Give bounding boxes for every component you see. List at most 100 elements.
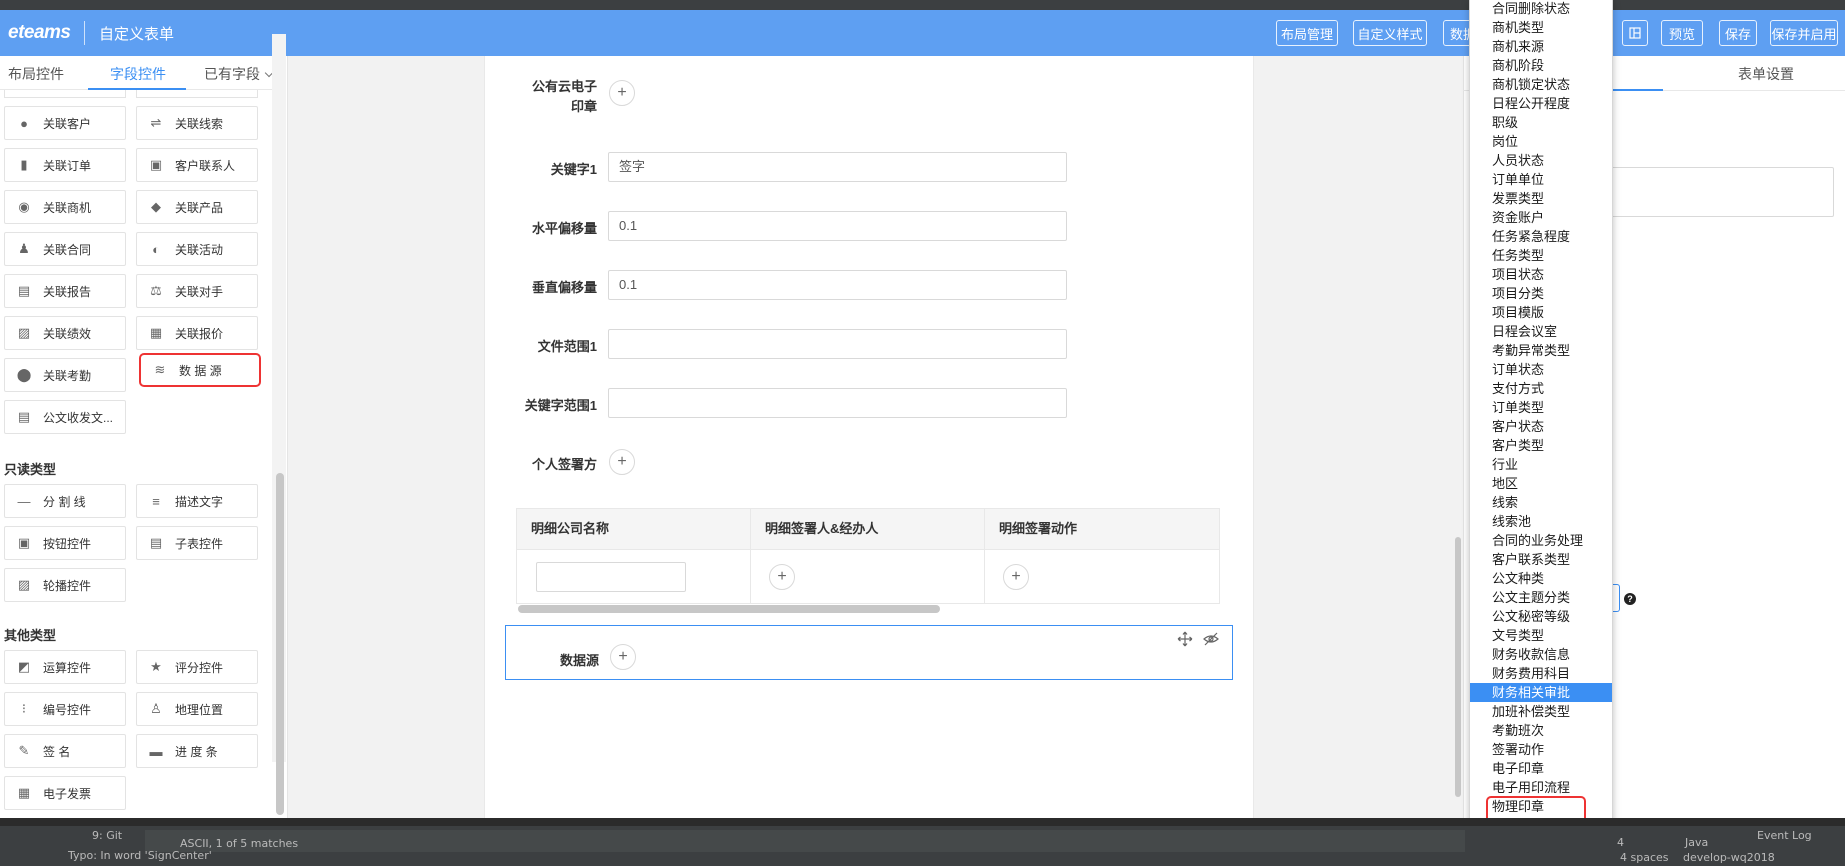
layout-manage-button[interactable]: 布局管理 [1276, 20, 1338, 46]
dropdown-option[interactable]: 职级 [1470, 113, 1612, 132]
other-control-3[interactable]: ♙ 地理位置 [136, 692, 258, 726]
dropdown-option[interactable]: 日程公开程度 [1470, 94, 1612, 113]
ide-event-log[interactable]: Event Log [1757, 829, 1812, 842]
dropdown-option[interactable]: 电子印章 [1470, 759, 1612, 778]
add-action-button[interactable]: + [1003, 564, 1029, 590]
other-control-1[interactable]: ★ 评分控件 [136, 650, 258, 684]
ide-language[interactable]: Java [1685, 836, 1708, 849]
dropdown-option[interactable]: 考勤异常类型 [1470, 341, 1612, 360]
dropdown-option[interactable]: 项目状态 [1470, 265, 1612, 284]
field-control-3[interactable]: ▣ 客户联系人 [136, 148, 258, 182]
other-control-0[interactable]: ◩ 运算控件 [4, 650, 126, 684]
tab-form-settings[interactable]: 表单设置 [1738, 64, 1794, 84]
detail-col-action[interactable]: 明细签署动作 [985, 509, 1219, 549]
field-control-0[interactable]: ● 关联客户 [4, 106, 126, 140]
dropdown-option[interactable]: 客户状态 [1470, 417, 1612, 436]
dropdown-option[interactable]: 客户类型 [1470, 436, 1612, 455]
dropdown-option[interactable]: 订单状态 [1470, 360, 1612, 379]
form-field-add-button-6[interactable]: + [609, 449, 635, 475]
dropdown-option[interactable]: 公文秘密等级 [1470, 607, 1612, 626]
other-control-4[interactable]: ✎ 签 名 [4, 734, 126, 768]
dropdown-option[interactable]: 任务紧急程度 [1470, 227, 1612, 246]
dropdown-option[interactable]: 行业 [1470, 455, 1612, 474]
dropdown-option[interactable]: 客户联系类型 [1470, 550, 1612, 569]
dropdown-option[interactable]: 考勤班次 [1470, 721, 1612, 740]
dropdown-option[interactable]: 电子用印流程 [1470, 778, 1612, 797]
readonly-control-4[interactable]: ▨ 轮播控件 [4, 568, 126, 602]
field-control-9[interactable]: ⚖ 关联对手 [136, 274, 258, 308]
tab-layout-controls[interactable]: 布局控件 [8, 64, 64, 84]
dropdown-option[interactable]: 加班补偿类型 [1470, 702, 1612, 721]
hide-eye-icon[interactable] [1203, 631, 1219, 647]
dropdown-option[interactable]: 支付方式 [1470, 379, 1612, 398]
detail-table-hscrollbar[interactable] [518, 605, 940, 613]
other-control-6[interactable]: ▦ 电子发票 [4, 776, 126, 810]
add-signer-button[interactable]: + [769, 564, 795, 590]
save-and-enable-button[interactable]: 保存并启用 [1770, 20, 1838, 46]
form-field-input-5[interactable] [608, 388, 1067, 418]
move-icon[interactable] [1177, 631, 1193, 647]
field-control-13[interactable]: ≋ 数 据 源 [139, 353, 261, 387]
form-field-add-button-0[interactable]: + [609, 80, 635, 106]
field-control-10[interactable]: ▨ 关联绩效 [4, 316, 126, 350]
datasource-field-selected[interactable]: 数据源 + [505, 625, 1233, 680]
dropdown-option[interactable]: 线索 [1470, 493, 1612, 512]
dropdown-option[interactable]: 签署动作 [1470, 740, 1612, 759]
custom-style-button[interactable]: 自定义样式 [1353, 20, 1427, 46]
dropdown-option[interactable]: 岗位 [1470, 132, 1612, 151]
dropdown-option[interactable]: 商机锁定状态 [1470, 75, 1612, 94]
form-field-input-1[interactable]: 签字 [608, 152, 1067, 182]
dropdown-option[interactable]: 文号类型 [1470, 626, 1612, 645]
field-control-12[interactable]: ⬤ 关联考勤 [4, 358, 126, 392]
dropdown-option[interactable]: 项目模版 [1470, 303, 1612, 322]
dropdown-option[interactable]: 公文种类 [1470, 569, 1612, 588]
field-control-2[interactable]: ▮ 关联订单 [4, 148, 126, 182]
detail-col-company[interactable]: 明细公司名称 [517, 509, 751, 549]
ide-branch[interactable]: develop-wq2018 [1683, 851, 1775, 864]
save-button[interactable]: 保存 [1719, 20, 1757, 46]
field-control-8[interactable]: ▤ 关联报告 [4, 274, 126, 308]
sidebar-scrollbar-thumb[interactable] [276, 473, 284, 815]
form-field-input-2[interactable]: 0.1 [608, 211, 1067, 241]
other-control-2[interactable]: ⁝ 编号控件 [4, 692, 126, 726]
dropdown-option[interactable]: 地区 [1470, 474, 1612, 493]
dropdown-option[interactable]: 日程会议室 [1470, 322, 1612, 341]
field-control-4[interactable]: ◉ 关联商机 [4, 190, 126, 224]
dropdown-option[interactable]: 商机类型 [1470, 18, 1612, 37]
dropdown-option[interactable]: 资金账户 [1470, 208, 1612, 227]
add-datasource-button[interactable]: + [610, 644, 636, 670]
form-field-input-4[interactable] [608, 329, 1067, 359]
tab-field-controls[interactable]: 字段控件 [110, 64, 166, 84]
dropdown-option[interactable]: 项目分类 [1470, 284, 1612, 303]
field-control-6[interactable]: ♟ 关联合同 [4, 232, 126, 266]
dropdown-option[interactable]: 财务费用科目 [1470, 664, 1612, 683]
dropdown-option[interactable]: 人员状态 [1470, 151, 1612, 170]
field-control-5[interactable]: ◆ 关联产品 [136, 190, 258, 224]
detail-col-signer[interactable]: 明细签署人&经办人 [751, 509, 985, 549]
other-control-5[interactable]: ▬ 进 度 条 [136, 734, 258, 768]
dropdown-option[interactable]: 任务类型 [1470, 246, 1612, 265]
field-control-11[interactable]: ▦ 关联报价 [136, 316, 258, 350]
readonly-control-3[interactable]: ▤ 子表控件 [136, 526, 258, 560]
dropdown-option[interactable]: 合同的业务处理 [1470, 531, 1612, 550]
form-field-input-3[interactable]: 0.1 [608, 270, 1067, 300]
dropdown-option[interactable]: 商机来源 [1470, 37, 1612, 56]
dropdown-option[interactable]: 商机阶段 [1470, 56, 1612, 75]
detail-company-input[interactable] [536, 562, 686, 592]
readonly-control-1[interactable]: ≡ 描述文字 [136, 484, 258, 518]
properties-textarea[interactable] [1600, 167, 1834, 217]
preview-button[interactable]: 预览 [1661, 20, 1703, 46]
dropdown-option[interactable]: 公文主题分类 [1470, 588, 1612, 607]
ide-line-number[interactable]: 4 [1617, 836, 1624, 849]
help-icon[interactable]: ? [1624, 593, 1636, 605]
dropdown-option[interactable]: 财务收款信息 [1470, 645, 1612, 664]
readonly-control-2[interactable]: ▣ 按钮控件 [4, 526, 126, 560]
layout-icon-button[interactable] [1622, 20, 1648, 46]
field-control-14[interactable]: ▤ 公文收发文... [4, 400, 126, 434]
ide-indent[interactable]: 4 spaces [1620, 851, 1669, 864]
dropdown-option[interactable]: 线索池 [1470, 512, 1612, 531]
dropdown-option[interactable]: 财务相关审批 [1470, 683, 1612, 702]
field-control-1[interactable]: ⇌ 关联线索 [136, 106, 258, 140]
dropdown-option[interactable]: 发票类型 [1470, 189, 1612, 208]
ide-git-tool[interactable]: 9: Git [92, 829, 122, 842]
